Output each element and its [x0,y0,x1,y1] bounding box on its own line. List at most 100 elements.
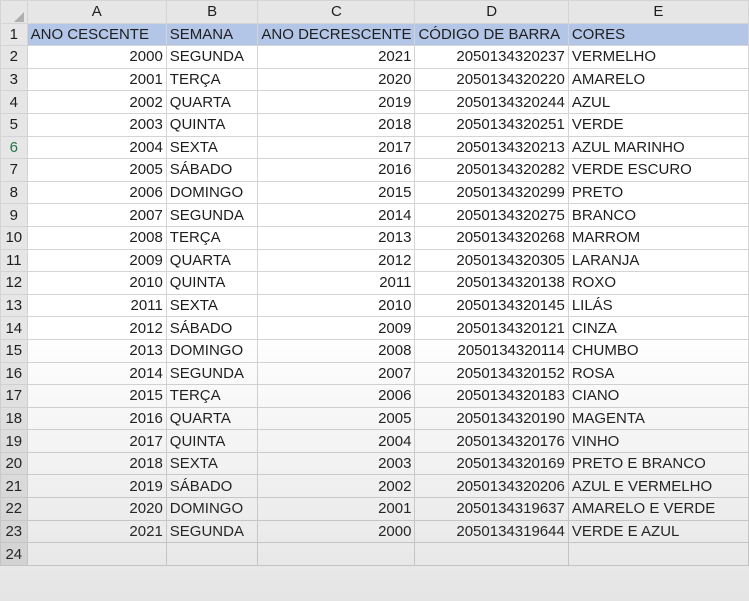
cell-ano-crescente[interactable]: 2017 [26,429,167,453]
cell-codigo-de-barra[interactable]: 2050134320145 [414,293,569,318]
empty-cell[interactable] [165,542,259,566]
cell-semana[interactable]: TERÇA [165,225,259,250]
cell-ano-decrescente[interactable]: 2019 [257,90,416,114]
cell-semana[interactable]: QUARTA [165,90,259,114]
cell-ano-decrescente[interactable]: 2013 [257,225,416,250]
cell-ano-decrescente[interactable]: 2010 [257,293,416,318]
row-number[interactable]: 5 [0,112,28,137]
cell-semana[interactable]: DOMINGO [165,180,259,205]
cell-codigo-de-barra[interactable]: 2050134320190 [414,406,569,431]
row-number[interactable]: 22 [0,497,28,521]
cell-semana[interactable]: TERÇA [165,67,259,92]
cell-semana[interactable]: SEGUNDA [165,203,259,227]
cell-ano-crescente[interactable]: 2021 [26,519,167,544]
cell-codigo-de-barra[interactable]: 2050134320121 [414,316,569,340]
empty-cell[interactable] [26,542,167,566]
cell-semana[interactable]: SÁBADO [165,474,259,499]
cell-codigo-de-barra[interactable]: 2050134320206 [414,474,569,499]
row-number[interactable]: 2 [0,45,28,69]
cell-ano-crescente[interactable]: 2011 [26,293,167,318]
cell-codigo-de-barra[interactable]: 2050134320213 [414,135,569,160]
cell-cor[interactable]: AZUL MARINHO [567,135,749,160]
cell-codigo-de-barra[interactable]: 2050134320220 [414,67,569,92]
cell-cor[interactable]: VERDE E AZUL [567,519,749,544]
cell-cor[interactable]: BRANCO [567,203,749,227]
row-number[interactable]: 12 [0,271,28,295]
cell-codigo-de-barra[interactable]: 2050134320169 [414,451,569,476]
cell-ano-crescente[interactable]: 2013 [26,338,167,363]
cell-codigo-de-barra[interactable]: 2050134320305 [414,248,569,273]
cell-ano-decrescente[interactable]: 2017 [257,135,416,160]
cell-codigo-de-barra[interactable]: 2050134320244 [414,90,569,114]
cell-ano-decrescente[interactable]: 2015 [257,180,416,205]
row-number[interactable]: 18 [0,406,28,431]
cell-ano-decrescente[interactable]: 2018 [257,112,416,137]
cell-cor[interactable]: PRETO E BRANCO [567,451,749,476]
cell-ano-crescente[interactable]: 2007 [26,203,167,227]
cell-semana[interactable]: SEXTA [165,451,259,476]
row-number[interactable]: 3 [0,67,28,92]
cell-ano-decrescente[interactable]: 2014 [257,203,416,227]
row-number[interactable]: 6 [0,135,28,160]
cell-ano-decrescente[interactable]: 2001 [257,497,416,521]
row-number[interactable]: 23 [0,519,28,544]
cell-semana[interactable]: DOMINGO [165,497,259,521]
header-cell-cores[interactable]: CORES [567,22,749,47]
cell-cor[interactable]: CIANO [567,384,749,408]
column-header-e[interactable]: E [567,0,749,24]
cell-semana[interactable]: DOMINGO [165,338,259,363]
cell-ano-crescente[interactable]: 2006 [26,180,167,205]
cell-cor[interactable]: AMARELO E VERDE [567,497,749,521]
row-number[interactable]: 8 [0,180,28,205]
cell-ano-decrescente[interactable]: 2006 [257,384,416,408]
cell-ano-crescente[interactable]: 2015 [26,384,167,408]
cell-ano-crescente[interactable]: 2019 [26,474,167,499]
row-number[interactable]: 16 [0,361,28,386]
row-number[interactable]: 20 [0,451,28,476]
empty-cell[interactable] [414,542,569,566]
cell-codigo-de-barra[interactable]: 2050134319637 [414,497,569,521]
row-number[interactable]: 7 [0,158,28,182]
row-number-1[interactable]: 1 [0,22,28,47]
row-number[interactable]: 4 [0,90,28,114]
cell-ano-decrescente[interactable]: 2007 [257,361,416,386]
header-cell-semana[interactable]: SEMANA [165,22,259,47]
cell-ano-decrescente[interactable]: 2021 [257,45,416,69]
cell-semana[interactable]: SEGUNDA [165,361,259,386]
cell-semana[interactable]: QUARTA [165,406,259,431]
cell-semana[interactable]: QUARTA [165,248,259,273]
cell-ano-crescente[interactable]: 2012 [26,316,167,340]
cell-ano-decrescente[interactable]: 2008 [257,338,416,363]
cell-ano-decrescente[interactable]: 2009 [257,316,416,340]
cell-codigo-de-barra[interactable]: 2050134320268 [414,225,569,250]
cell-ano-crescente[interactable]: 2016 [26,406,167,431]
cell-ano-crescente[interactable]: 2003 [26,112,167,137]
cell-cor[interactable]: LARANJA [567,248,749,273]
column-header-b[interactable]: B [165,0,259,24]
cell-ano-crescente[interactable]: 2002 [26,90,167,114]
cell-semana[interactable]: QUINTA [165,271,259,295]
cell-cor[interactable]: AMARELO [567,67,749,92]
cell-cor[interactable]: VINHO [567,429,749,453]
cell-ano-crescente[interactable]: 2008 [26,225,167,250]
cell-ano-crescente[interactable]: 2010 [26,271,167,295]
cell-semana[interactable]: SEXTA [165,135,259,160]
cell-cor[interactable]: PRETO [567,180,749,205]
cell-ano-decrescente[interactable]: 2020 [257,67,416,92]
cell-cor[interactable]: AZUL [567,90,749,114]
cell-ano-decrescente[interactable]: 2016 [257,158,416,182]
cell-codigo-de-barra[interactable]: 2050134320114 [414,338,569,363]
cell-ano-crescente[interactable]: 2018 [26,451,167,476]
cell-semana[interactable]: SÁBADO [165,158,259,182]
cell-ano-decrescente[interactable]: 2002 [257,474,416,499]
cell-ano-crescente[interactable]: 2000 [26,45,167,69]
row-number[interactable]: 15 [0,338,28,363]
cell-cor[interactable]: CHUMBO [567,338,749,363]
row-number[interactable]: 11 [0,248,28,273]
cell-ano-decrescente[interactable]: 2000 [257,519,416,544]
cell-codigo-de-barra[interactable]: 2050134320183 [414,384,569,408]
cell-codigo-de-barra[interactable]: 2050134320299 [414,180,569,205]
row-number[interactable]: 24 [0,542,28,566]
cell-semana[interactable]: SEGUNDA [165,45,259,69]
cell-ano-crescente[interactable]: 2005 [26,158,167,182]
